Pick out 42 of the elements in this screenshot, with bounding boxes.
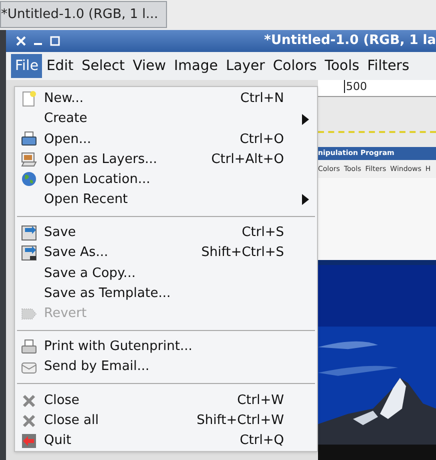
close-icon — [22, 394, 36, 408]
exit-icon — [21, 432, 37, 449]
menu-bar-item[interactable]: Select — [78, 54, 129, 78]
menu-item[interactable]: Open as Layers... Ctrl+Alt+O — [15, 149, 317, 170]
close-icon[interactable] — [16, 36, 26, 46]
menu-bar-item[interactable]: View — [128, 54, 170, 78]
menu-bar-item[interactable]: Edit — [42, 54, 78, 78]
submenu-arrow-icon — [302, 194, 309, 206]
menu-item[interactable]: New... Ctrl+N — [15, 89, 317, 110]
submenu-arrow-icon — [302, 114, 309, 125]
menu-item[interactable]: Close Ctrl+W — [15, 390, 317, 411]
menu-item[interactable]: Save Ctrl+S — [15, 223, 317, 244]
globe-icon — [21, 171, 37, 188]
new-document-icon — [21, 91, 37, 108]
menu-item[interactable]: Close all Shift+Ctrl+W — [15, 410, 317, 431]
menu-item[interactable]: Quit Ctrl+Q — [15, 430, 317, 451]
taskbar-button[interactable]: *Untitled-1.0 (RGB, 1 l... — [0, 1, 167, 28]
ruler-label: 500 — [344, 80, 367, 93]
revert-icon — [21, 306, 37, 322]
menu-item[interactable]: Open Location... — [15, 169, 317, 190]
close-icon — [22, 414, 36, 428]
maximize-icon[interactable] — [50, 36, 60, 46]
menu-item[interactable]: Save a Copy... — [15, 263, 317, 284]
menu-item[interactable]: Create — [15, 109, 317, 130]
menu-item[interactable]: Open Recent — [15, 190, 317, 210]
menu-bar-item[interactable]: Tools — [320, 54, 364, 78]
printer-icon — [21, 131, 37, 148]
save-icon — [21, 225, 37, 242]
save-as-icon — [21, 245, 37, 262]
menu-item[interactable]: Send by Email... — [15, 357, 317, 378]
window-title: *Untitled-1.0 (RGB, 1 la — [264, 32, 436, 50]
menu-bar-item[interactable]: Colors — [268, 54, 321, 78]
menu-item[interactable]: Save As... Shift+Ctrl+S — [15, 243, 317, 264]
menu-item[interactable]: Open... Ctrl+O — [15, 129, 317, 150]
image-layers-icon — [21, 151, 37, 168]
menu-bar-item[interactable]: File — [11, 54, 42, 78]
printer-icon — [21, 339, 37, 356]
menu-bar-item[interactable]: Layer — [222, 54, 269, 78]
menu-item[interactable]: Save as Template... — [15, 283, 317, 304]
menu-item[interactable]: Print with Gutenprint... — [15, 337, 317, 358]
menu-bar-item[interactable]: Image — [170, 54, 222, 78]
menu-bar-item[interactable]: Filters — [363, 54, 414, 78]
